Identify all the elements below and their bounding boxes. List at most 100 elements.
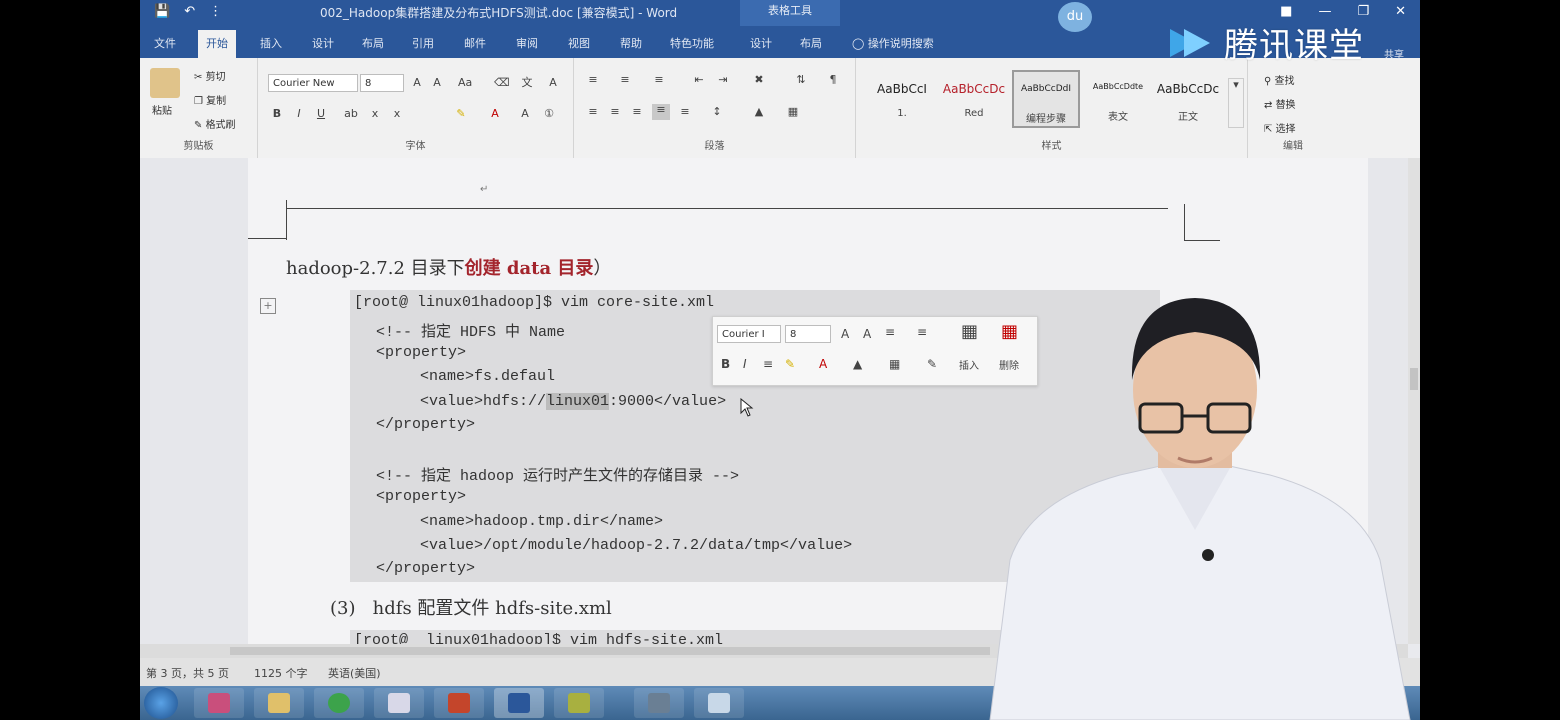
numbering-icon[interactable]: ≡ [917,325,927,339]
justify-icon[interactable]: ≡ [652,104,670,120]
distributed-icon[interactable]: ≡ [678,106,692,118]
save-icon[interactable]: 💾 [154,4,170,19]
taskbar-explorer-icon[interactable] [254,688,304,718]
word-count[interactable]: 1125 个字 [254,665,308,681]
mini-size-select[interactable]: 8 [785,325,831,343]
center-icon[interactable]: ≡ [763,357,773,371]
customize-icon[interactable]: ⋮ [209,4,222,19]
style-table-text[interactable]: AaBbCcDdte 表文 [1084,70,1152,128]
shrink-font-icon[interactable]: A [863,327,871,341]
decrease-indent-icon[interactable]: ⇤ [692,74,706,86]
grow-font-icon[interactable]: A [841,327,849,341]
borders-icon[interactable]: ▦ [786,106,800,118]
taskbar-app-icon[interactable] [374,688,424,718]
bullets-icon[interactable]: ≡ [885,325,895,339]
page-count[interactable]: 第 3 页，共 5 页 [146,665,229,681]
taskbar-app-icon[interactable] [194,688,244,718]
style-1[interactable]: AaBbCcI 1. [868,70,936,128]
select-button[interactable]: ⇱ 选择 [1264,120,1296,135]
format-painter-icon[interactable]: ✎ [927,357,937,371]
find-button[interactable]: ⚲ 查找 [1264,72,1295,87]
minimize-icon[interactable]: — [1318,4,1331,19]
asian-layout-icon[interactable]: ✖ [752,74,766,86]
highlight-icon[interactable]: ✎ [785,357,795,371]
clear-format-icon[interactable]: ⌫ [494,77,510,89]
bold-icon[interactable]: B [721,357,730,371]
start-button-icon[interactable] [144,687,178,719]
tell-me-search[interactable]: ◯ 操作说明搜索 [852,35,934,51]
align-center-icon[interactable]: ≡ [608,106,622,118]
undo-icon[interactable]: ↶ [184,4,195,19]
tab-mailings[interactable]: 邮件 [464,35,486,51]
style-normal[interactable]: AaBbCcDc 正文 [1154,70,1222,128]
shading-icon[interactable]: ▲ [752,106,766,118]
tab-table-design[interactable]: 设计 [750,35,772,51]
font-size-select[interactable]: 8 [360,74,404,92]
close-icon[interactable]: ✕ [1395,4,1406,19]
taskbar-app-icon[interactable] [554,688,604,718]
subscript-icon[interactable]: x [368,108,382,120]
style-red[interactable]: AaBbCcDc Red [940,70,1008,128]
show-marks-icon[interactable]: ¶ [826,74,840,86]
table-move-handle-icon[interactable]: + [260,298,276,314]
bold-icon[interactable]: B [270,108,284,120]
tab-insert[interactable]: 插入 [260,35,282,51]
shading-icon[interactable]: ▲ [853,357,862,371]
tab-help[interactable]: 帮助 [620,35,642,51]
cut-button[interactable]: ✂ 剪切 [194,68,226,83]
underline-icon[interactable]: U [314,108,328,120]
change-case-icon[interactable]: Aa [458,77,472,89]
tab-design[interactable]: 设计 [312,35,334,51]
line-spacing-icon[interactable]: ↕ [710,106,724,118]
strikethrough-icon[interactable]: ab [344,108,358,120]
selected-text[interactable]: linux01 [546,393,610,410]
highlight-icon[interactable]: ✎ [454,108,468,120]
format-painter-button[interactable]: ✎ 格式刷 [194,116,236,131]
multilevel-icon[interactable]: ≡ [652,74,666,86]
language-status[interactable]: 英语(美国) [328,665,381,681]
shrink-font-icon[interactable]: A [430,77,444,89]
cloud-widget[interactable]: du [1058,0,1168,34]
taskbar-word-icon[interactable] [494,688,544,718]
tab-references[interactable]: 引用 [412,35,434,51]
restore-icon[interactable]: ❐ [1357,4,1369,19]
align-left-icon[interactable]: ≡ [586,106,600,118]
increase-indent-icon[interactable]: ⇥ [716,74,730,86]
paste-icon[interactable] [150,68,180,98]
char-border-icon[interactable]: A [546,77,560,89]
scroll-thumb[interactable] [230,647,990,655]
phonetic-icon[interactable]: 文 [520,77,534,89]
grow-font-icon[interactable]: A [410,77,424,89]
align-right-icon[interactable]: ≡ [630,106,644,118]
bullets-icon[interactable]: ≡ [586,74,600,86]
paste-button[interactable]: 粘贴 [152,102,172,117]
sort-icon[interactable]: ⇅ [794,74,808,86]
tab-special[interactable]: 特色功能 [670,35,714,51]
tab-view[interactable]: 视图 [568,35,590,51]
enclose-char-icon[interactable]: ① [542,108,556,120]
taskbar-app-icon[interactable] [634,688,684,718]
borders-icon[interactable]: ▦ [889,357,900,371]
share-button[interactable]: 共享 [1384,46,1404,61]
tab-home[interactable]: 开始 [198,30,236,58]
copy-button[interactable]: ❐ 复制 [194,92,226,107]
ribbon-options-icon[interactable]: ■ [1280,4,1292,19]
italic-icon[interactable]: I [292,108,306,120]
font-name-select[interactable]: Courier New [268,74,358,92]
tab-review[interactable]: 审阅 [516,35,538,51]
char-shading-icon[interactable]: A [518,108,532,120]
numbering-icon[interactable]: ≡ [618,74,632,86]
taskbar-chrome-icon[interactable] [314,688,364,718]
style-programming-steps[interactable]: AaBbCcDdI 编程步骤 [1012,70,1080,128]
superscript-icon[interactable]: x [390,108,404,120]
tab-table-layout[interactable]: 布局 [800,35,822,51]
font-color-icon[interactable]: A [819,357,827,371]
tab-layout[interactable]: 布局 [362,35,384,51]
styles-scroll-icon[interactable]: ▾ [1228,78,1244,128]
replace-button[interactable]: ⇄ 替换 [1264,96,1296,111]
mini-font-select[interactable]: Courier I [717,325,781,343]
tab-file[interactable]: 文件 [154,35,176,51]
font-color-icon[interactable]: A [488,108,502,120]
taskbar-paint-icon[interactable] [694,688,744,718]
taskbar-powerpoint-icon[interactable] [434,688,484,718]
